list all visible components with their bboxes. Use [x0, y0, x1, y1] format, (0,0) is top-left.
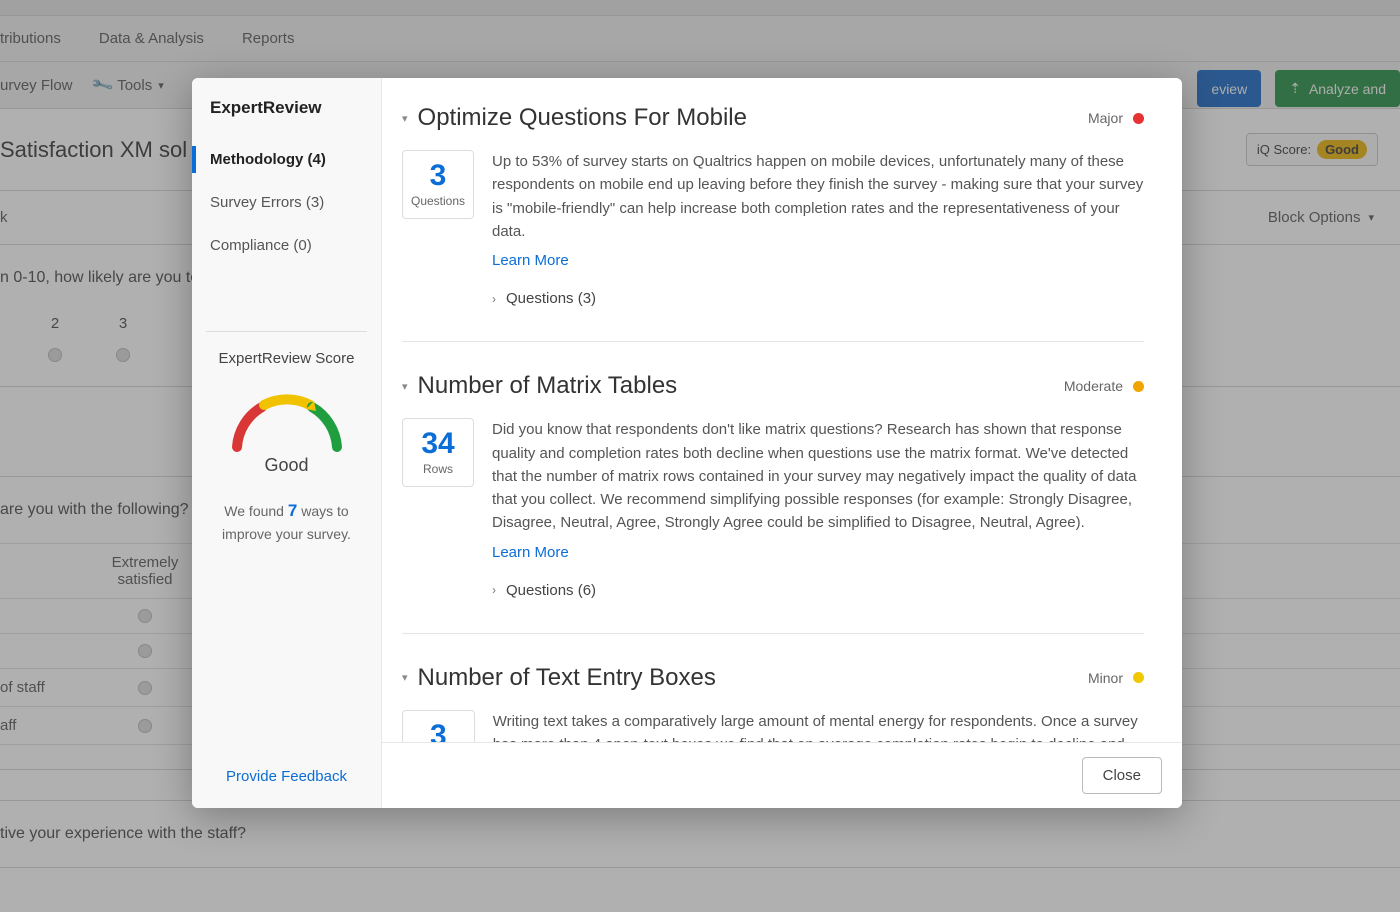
chevron-down-icon[interactable]: ▾ [402, 112, 408, 125]
modal-title: ExpertReview [192, 78, 381, 138]
learn-more-link[interactable]: Learn More [492, 249, 569, 272]
issue-card: ▾ Optimize Questions For Mobile Major 3 … [402, 104, 1144, 342]
modal-main: ▾ Optimize Questions For Mobile Major 3 … [382, 78, 1182, 808]
issues-scroll[interactable]: ▾ Optimize Questions For Mobile Major 3 … [382, 78, 1182, 742]
gauge-icon [222, 377, 352, 457]
modal-footer: Close [382, 742, 1182, 808]
expand-questions[interactable]: › Questions (6) [492, 582, 1144, 599]
score-value: Good [192, 455, 381, 476]
severity-badge: Minor [1088, 670, 1144, 686]
sidebar-item-label: Compliance (0) [210, 237, 312, 254]
learn-more-link[interactable]: Learn More [492, 541, 569, 564]
issue-title: Optimize Questions For Mobile [418, 104, 747, 132]
sidebar-item-methodology[interactable]: Methodology (4) [192, 138, 381, 181]
issue-card: ▾ Number of Matrix Tables Moderate 34 Ro… [402, 372, 1144, 634]
issue-description: Up to 53% of survey starts on Qualtrics … [492, 150, 1144, 272]
chevron-down-icon[interactable]: ▾ [402, 380, 408, 393]
count-box: 3 Text Boxes [402, 710, 475, 742]
provide-feedback-link[interactable]: Provide Feedback [226, 768, 347, 785]
issue-card: ▾ Number of Text Entry Boxes Minor 3 Tex… [402, 664, 1144, 742]
issue-title: Number of Matrix Tables [418, 372, 678, 400]
chevron-down-icon[interactable]: ▾ [402, 671, 408, 684]
issue-description: Writing text takes a comparatively large… [493, 710, 1144, 742]
close-button[interactable]: Close [1082, 757, 1162, 794]
count-box: 34 Rows [402, 418, 474, 487]
chevron-right-icon: › [492, 583, 496, 597]
sidebar-item-label: Survey Errors (3) [210, 194, 324, 211]
severity-dot-icon [1133, 381, 1144, 392]
score-heading: ExpertReview Score [192, 350, 381, 367]
severity-badge: Major [1088, 110, 1144, 126]
modal-sidebar: ExpertReview Methodology (4) Survey Erro… [192, 78, 382, 808]
chevron-right-icon: › [492, 292, 496, 306]
severity-dot-icon [1133, 113, 1144, 124]
sidebar-item-survey-errors[interactable]: Survey Errors (3) [192, 181, 381, 224]
expand-questions[interactable]: › Questions (3) [492, 290, 1144, 307]
sidebar-item-label: Methodology (4) [210, 151, 326, 168]
issue-description: Did you know that respondents don't like… [492, 418, 1144, 564]
improvement-summary: We found 7 ways to improve your survey. [208, 498, 365, 545]
issue-title: Number of Text Entry Boxes [418, 664, 716, 692]
severity-dot-icon [1133, 672, 1144, 683]
sidebar-item-compliance[interactable]: Compliance (0) [192, 224, 381, 267]
count-box: 3 Questions [402, 150, 474, 219]
expert-review-modal: ExpertReview Methodology (4) Survey Erro… [192, 78, 1182, 808]
severity-badge: Moderate [1064, 378, 1144, 394]
